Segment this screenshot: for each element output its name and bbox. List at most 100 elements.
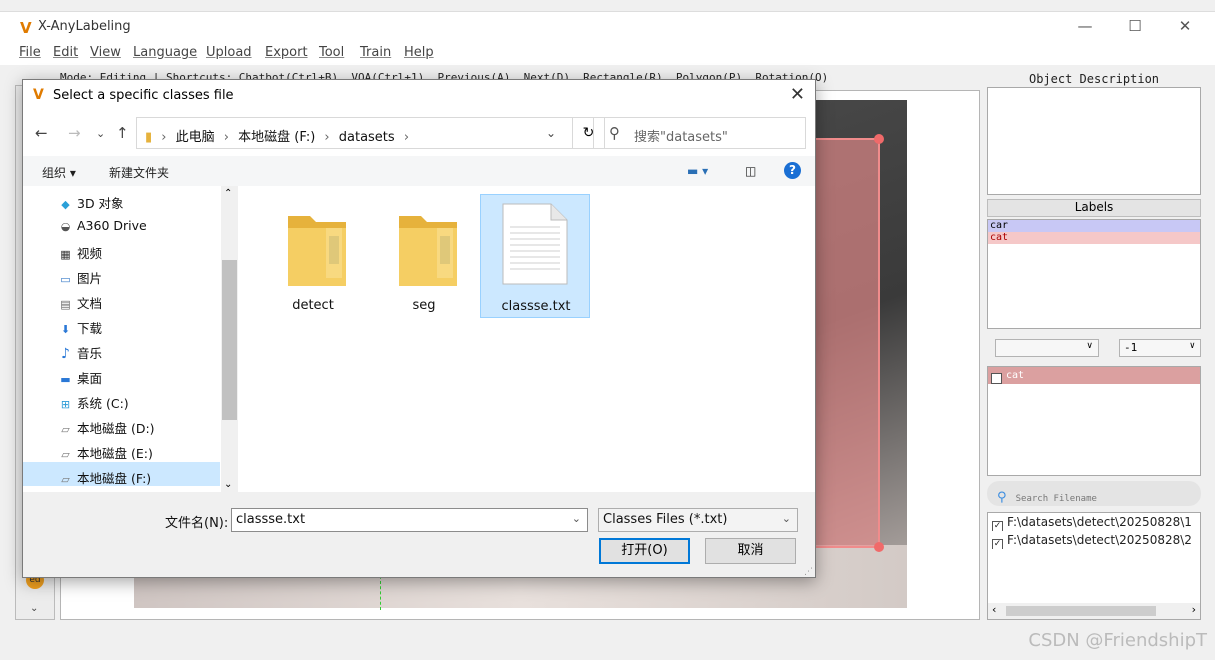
folder-icon bbox=[399, 216, 457, 286]
chevron-left-icon[interactable]: ‹ bbox=[992, 603, 996, 616]
nav-item-drive-e[interactable]: ▱ 本地磁盘 (E:) bbox=[58, 443, 153, 462]
chevron-down-icon[interactable]: ⌄ bbox=[224, 479, 232, 490]
watermark: CSDN @FriendshipT bbox=[1028, 630, 1207, 651]
checkbox[interactable]: ✓ bbox=[991, 373, 1002, 384]
box-handle[interactable] bbox=[874, 134, 884, 144]
file-name: seg bbox=[412, 298, 436, 313]
back-arrow-icon[interactable]: ← bbox=[35, 124, 48, 142]
labels-list[interactable]: car cat bbox=[987, 219, 1201, 329]
chevron-down-icon[interactable]: ⌄ bbox=[546, 126, 556, 140]
file-item-detect[interactable]: detect bbox=[258, 194, 368, 318]
group-id-select[interactable]: -1 ∨ bbox=[1119, 339, 1201, 357]
nav-item-downloads[interactable]: ⬇ 下载 bbox=[58, 318, 102, 337]
menu-file[interactable]: File bbox=[19, 45, 41, 60]
cancel-button[interactable]: 取消 bbox=[705, 538, 796, 564]
checkbox[interactable]: ✓ bbox=[992, 521, 1003, 531]
file-type-select[interactable]: Classes Files (*.txt) ⌄ bbox=[598, 508, 798, 532]
menu-train[interactable]: Train bbox=[360, 45, 391, 60]
file-list-item[interactable]: ✓ F:\datasets\detect\20250828\1 bbox=[988, 513, 1200, 531]
file-name: detect bbox=[292, 298, 334, 313]
dialog-title-bar: V Select a specific classes file ✕ bbox=[23, 80, 815, 112]
label-filter-select[interactable]: ∨ bbox=[995, 339, 1099, 357]
labels-title: Labels bbox=[987, 199, 1201, 217]
menu-bar: File Edit View Language Upload Export To… bbox=[0, 41, 1215, 65]
windows-drive-icon: ⊞ bbox=[60, 398, 71, 411]
file-item-seg[interactable]: seg bbox=[369, 194, 479, 318]
view-mode-icon[interactable]: ▬ ▾ bbox=[687, 164, 708, 178]
new-folder-button[interactable]: 新建文件夹 bbox=[109, 164, 169, 181]
dialog-close-button[interactable]: ✕ bbox=[790, 84, 805, 105]
folder-icon: ▮ bbox=[145, 130, 153, 145]
menu-help[interactable]: Help bbox=[404, 45, 434, 60]
document-icon: ▤ bbox=[60, 298, 71, 311]
menu-view[interactable]: View bbox=[90, 45, 121, 60]
help-icon[interactable]: ? bbox=[784, 162, 801, 179]
recent-chevron-icon[interactable]: ⌄ bbox=[96, 127, 105, 140]
file-item-classse-txt[interactable]: classse.txt bbox=[480, 194, 590, 318]
shapes-list[interactable]: ✓ cat bbox=[987, 366, 1201, 476]
label-item-cat[interactable]: cat bbox=[988, 232, 1200, 244]
menu-upload[interactable]: Upload bbox=[206, 45, 252, 60]
organize-button[interactable]: 组织 ▾ bbox=[42, 164, 76, 181]
menu-tool[interactable]: Tool bbox=[319, 45, 344, 60]
filename-input[interactable]: classse.txt ⌄ bbox=[231, 508, 588, 532]
object-description-title: Object Description bbox=[1028, 72, 1160, 86]
app-logo-icon: V bbox=[20, 19, 32, 37]
label-item-car[interactable]: car bbox=[988, 220, 1200, 232]
app-title-bar: V X-AnyLabeling — ☐ ✕ bbox=[0, 11, 1215, 41]
disk-icon: ▱ bbox=[61, 473, 70, 486]
nav-item-drive-f[interactable]: ▱ 本地磁盘 (F:) bbox=[58, 468, 151, 487]
search-filename-bar[interactable]: ⚲ Search Filename bbox=[987, 481, 1201, 506]
right-panel: Object Description Labels car cat ∨ -1 ∨ … bbox=[985, 70, 1203, 630]
close-button[interactable]: ✕ bbox=[1170, 17, 1200, 35]
chevron-up-icon[interactable]: ⌃ bbox=[224, 188, 232, 199]
music-icon: ♪ bbox=[61, 346, 70, 362]
nav-item-drive-d[interactable]: ▱ 本地磁盘 (D:) bbox=[58, 418, 154, 437]
chevron-down-icon: ∨ bbox=[1189, 341, 1195, 351]
file-view[interactable]: detect seg classse.txt bbox=[239, 186, 815, 492]
nav-item-3d-objects[interactable]: ◆ 3D 对象 bbox=[58, 193, 123, 212]
menu-language[interactable]: Language bbox=[133, 45, 197, 60]
chevron-down-icon: ∨ bbox=[1086, 341, 1093, 351]
dialog-footer: 文件名(N): classse.txt ⌄ Classes Files (*.t… bbox=[23, 492, 815, 577]
maximize-button[interactable]: ☐ bbox=[1120, 17, 1150, 35]
preview-pane-icon[interactable]: ◫ bbox=[745, 164, 756, 178]
search-box[interactable]: ⚲ 搜索"datasets" bbox=[593, 117, 806, 149]
chevron-right-icon[interactable]: › bbox=[1192, 603, 1196, 616]
search-filename-input[interactable]: Search Filename bbox=[1016, 494, 1097, 504]
nav-item-drive-c[interactable]: ⊞ 系统 (C:) bbox=[58, 393, 129, 412]
nav-item-music[interactable]: ♪ 音乐 bbox=[58, 343, 102, 362]
breadcrumb-drive-f[interactable]: 本地磁盘 (F:) bbox=[238, 130, 315, 145]
open-button[interactable]: 打开(O) bbox=[599, 538, 690, 564]
file-list[interactable]: ✓ F:\datasets\detect\20250828\1 ✓ F:\datas… bbox=[987, 512, 1201, 620]
text-file-icon bbox=[502, 203, 568, 285]
chevron-down-icon[interactable]: ⌄ bbox=[30, 603, 38, 614]
minimize-button[interactable]: — bbox=[1070, 17, 1100, 35]
scrollbar-thumb[interactable] bbox=[1006, 606, 1156, 616]
file-list-item[interactable]: ✓ F:\datasets\detect\20250828\2 bbox=[988, 531, 1200, 549]
up-arrow-icon[interactable]: ↑ bbox=[116, 124, 129, 142]
nav-item-pictures[interactable]: ▭ 图片 bbox=[58, 268, 102, 287]
breadcrumb-datasets[interactable]: datasets bbox=[339, 130, 395, 145]
object-description-box[interactable] bbox=[987, 87, 1201, 195]
nav-item-videos[interactable]: ▦ 视频 bbox=[58, 243, 102, 262]
nav-item-desktop[interactable]: ▬ 桌面 bbox=[58, 368, 102, 387]
box-handle[interactable] bbox=[874, 542, 884, 552]
breadcrumb-this-pc[interactable]: 此电脑 bbox=[176, 130, 215, 145]
horizontal-scrollbar[interactable]: ‹ › bbox=[988, 603, 1200, 619]
forward-arrow-icon[interactable]: → bbox=[68, 124, 81, 142]
chevron-down-icon[interactable]: ⌄ bbox=[572, 512, 581, 525]
checkbox[interactable]: ✓ bbox=[992, 539, 1003, 549]
resize-grip-icon[interactable]: ⋰ bbox=[804, 567, 813, 577]
menu-edit[interactable]: Edit bbox=[53, 45, 78, 60]
desktop-icon: ▬ bbox=[60, 373, 71, 386]
nav-item-documents[interactable]: ▤ 文档 bbox=[58, 293, 102, 312]
nav-item-a360-drive[interactable]: ◒ A360 Drive bbox=[58, 218, 147, 233]
search-input[interactable]: 搜索"datasets" bbox=[634, 130, 728, 145]
shape-item-cat[interactable]: ✓ cat bbox=[988, 367, 1200, 384]
nav-scrollbar-thumb[interactable] bbox=[222, 260, 237, 420]
menu-export[interactable]: Export bbox=[265, 45, 308, 60]
download-icon: ⬇ bbox=[60, 323, 71, 336]
address-bar[interactable]: ▮ › 此电脑 › 本地磁盘 (F:) › datasets › ⌄ bbox=[136, 117, 573, 149]
app-logo-icon: V bbox=[33, 87, 44, 103]
